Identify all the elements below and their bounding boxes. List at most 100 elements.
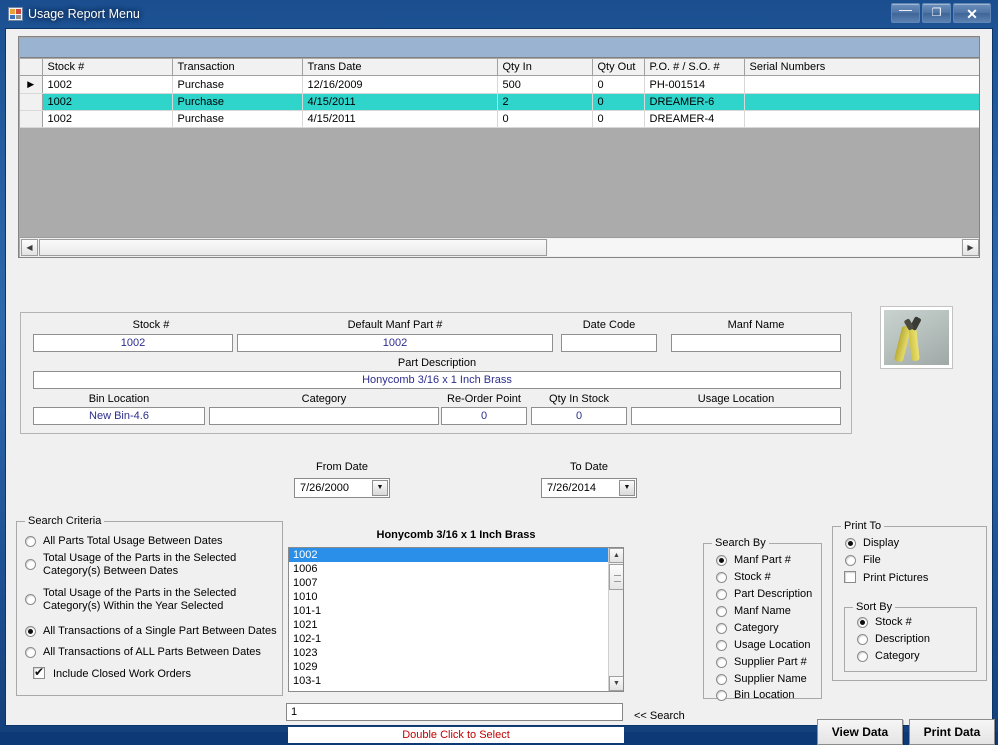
radio-all-parts-total-usage[interactable]	[25, 536, 36, 547]
radio-print-display[interactable]	[845, 538, 856, 549]
close-button[interactable]: ✕	[953, 3, 991, 23]
stock-number-field[interactable]: 1002	[33, 334, 233, 352]
radio-all-transactions-single-part[interactable]	[25, 626, 36, 637]
date-code-field[interactable]	[561, 334, 657, 352]
list-item[interactable]: 1010	[289, 590, 623, 604]
radio-sort-description[interactable]	[857, 634, 868, 645]
chevron-down-icon[interactable]: ▼	[372, 480, 388, 496]
list-item[interactable]: 1021	[289, 618, 623, 632]
radio-search-by-stock[interactable]	[716, 572, 727, 583]
list-item[interactable]: 102-1	[289, 632, 623, 646]
cell-serial	[744, 93, 979, 111]
grid-header-qty-in[interactable]: Qty In	[497, 59, 593, 76]
label-include-closed-work-orders[interactable]: Include Closed Work Orders	[53, 668, 273, 681]
cell-qty-in: 2	[497, 93, 593, 111]
list-item[interactable]: 1002	[289, 548, 623, 562]
search-button[interactable]: << Search	[634, 710, 685, 722]
label-total-usage-selected-category-dates[interactable]: Total Usage of the Parts in the Selected…	[43, 552, 273, 578]
scroll-right-icon[interactable]: ▶	[962, 239, 979, 256]
scroll-down-icon[interactable]: ▼	[609, 676, 623, 691]
category-field[interactable]	[209, 407, 439, 425]
reorder-point-field[interactable]: 0	[441, 407, 527, 425]
checkbox-print-pictures[interactable]	[844, 571, 856, 583]
radio-sort-stock[interactable]	[857, 617, 868, 628]
label-print-display[interactable]: Display	[863, 537, 899, 550]
default-manf-part-field[interactable]: 1002	[237, 334, 553, 352]
label-search-by-usage-location[interactable]: Usage Location	[734, 639, 810, 652]
list-item[interactable]: 1006	[289, 562, 623, 576]
table-row[interactable]: ▶ 1002 Purchase 12/16/2009 500 0 PH-0015…	[20, 75, 979, 94]
list-item[interactable]: 101-1	[289, 604, 623, 618]
radio-search-by-supplier-part[interactable]	[716, 657, 727, 668]
label-search-by-stock[interactable]: Stock #	[734, 571, 771, 584]
grid-header-stock[interactable]: Stock #	[42, 59, 173, 76]
label-search-by-supplier-name[interactable]: Supplier Name	[734, 673, 807, 686]
radio-search-by-bin-location[interactable]	[716, 690, 727, 701]
label-search-by-manf-name[interactable]: Manf Name	[734, 605, 791, 618]
list-item[interactable]: 1029	[289, 660, 623, 674]
chevron-down-icon[interactable]: ▼	[619, 480, 635, 496]
radio-print-file[interactable]	[845, 555, 856, 566]
label-all-transactions-all-parts[interactable]: All Transactions of ALL Parts Between Da…	[43, 646, 283, 659]
label-search-by-part-description[interactable]: Part Description	[734, 588, 812, 601]
search-input[interactable]: 1	[286, 703, 623, 721]
transactions-grid[interactable]: Stock # Transaction Trans Date Qty In Qt…	[18, 36, 980, 258]
grid-header-serial[interactable]: Serial Numbers	[744, 59, 979, 76]
radio-search-by-usage-location[interactable]	[716, 640, 727, 651]
grid-horizontal-scrollbar[interactable]: ◀ ▶	[20, 237, 979, 257]
label-total-usage-selected-category-year[interactable]: Total Usage of the Parts in the Selected…	[43, 587, 273, 613]
scrollbar-thumb[interactable]	[39, 239, 547, 256]
parts-list-scrollbar[interactable]: ▲ ▼	[608, 548, 623, 691]
grid-header-transaction[interactable]: Transaction	[172, 59, 303, 76]
bin-location-field[interactable]: New Bin-4.6	[33, 407, 205, 425]
part-description-field[interactable]: Honycomb 3/16 x 1 Inch Brass	[33, 371, 841, 389]
maximize-icon: ❐	[931, 7, 942, 19]
label-all-transactions-single-part[interactable]: All Transactions of a Single Part Betwee…	[43, 625, 283, 638]
radio-search-by-manf-name[interactable]	[716, 606, 727, 617]
qty-in-stock-field[interactable]: 0	[531, 407, 627, 425]
radio-total-usage-selected-category-dates[interactable]	[25, 559, 36, 570]
radio-search-by-manf-part[interactable]	[716, 555, 727, 566]
scroll-up-icon[interactable]: ▲	[609, 548, 623, 563]
list-item[interactable]: 1007	[289, 576, 623, 590]
radio-all-transactions-all-parts[interactable]	[25, 647, 36, 658]
grid-header-qty-out[interactable]: Qty Out	[592, 59, 645, 76]
label-search-by-category[interactable]: Category	[734, 622, 779, 635]
checkbox-include-closed-work-orders[interactable]	[33, 665, 45, 679]
scrollbar-track[interactable]	[548, 239, 961, 256]
to-date-picker[interactable]: 7/26/2014 ▼	[541, 478, 637, 498]
scroll-left-icon[interactable]: ◀	[21, 239, 38, 256]
list-item[interactable]: 103-1	[289, 674, 623, 688]
grid-header-po-so[interactable]: P.O. # / S.O. #	[644, 59, 745, 76]
manf-name-field[interactable]	[671, 334, 841, 352]
table-row[interactable]: 1002 Purchase 4/15/2011 2 0 DREAMER-6	[20, 93, 979, 111]
radio-search-by-supplier-name[interactable]	[716, 674, 727, 685]
label-print-file[interactable]: File	[863, 554, 881, 567]
maximize-button[interactable]: ❐	[922, 3, 951, 23]
list-item[interactable]: 1023	[289, 646, 623, 660]
radio-search-by-part-description[interactable]	[716, 589, 727, 600]
label-search-by-manf-part[interactable]: Manf Part #	[734, 554, 791, 567]
label-sort-stock[interactable]: Stock #	[875, 616, 912, 629]
manf-name-label: Manf Name	[727, 319, 785, 331]
part-picture[interactable]	[880, 306, 953, 369]
table-row[interactable]: 1002 Purchase 4/15/2011 0 0 DREAMER-4	[20, 110, 979, 128]
radio-sort-category[interactable]	[857, 651, 868, 662]
label-search-by-supplier-part[interactable]: Supplier Part #	[734, 656, 807, 669]
from-date-picker[interactable]: 7/26/2000 ▼	[294, 478, 390, 498]
radio-search-by-category[interactable]	[716, 623, 727, 634]
minimize-button[interactable]: —	[891, 2, 920, 23]
search-criteria-title: Search Criteria	[25, 515, 105, 527]
view-data-button[interactable]: View Data	[817, 719, 903, 745]
label-search-by-bin-location[interactable]: Bin Location	[734, 689, 795, 702]
scrollbar-thumb[interactable]	[609, 564, 623, 590]
usage-location-field[interactable]	[631, 407, 841, 425]
label-sort-description[interactable]: Description	[875, 633, 930, 646]
grid-header-trans-date[interactable]: Trans Date	[302, 59, 498, 76]
parts-listbox[interactable]: 1002 1006 1007 1010 101-1 1021 102-1 102…	[288, 547, 624, 692]
label-print-pictures[interactable]: Print Pictures	[863, 572, 928, 585]
radio-total-usage-selected-category-year[interactable]	[25, 594, 36, 605]
print-data-button[interactable]: Print Data	[909, 719, 995, 745]
label-all-parts-total-usage[interactable]: All Parts Total Usage Between Dates	[43, 535, 275, 548]
label-sort-category[interactable]: Category	[875, 650, 920, 663]
